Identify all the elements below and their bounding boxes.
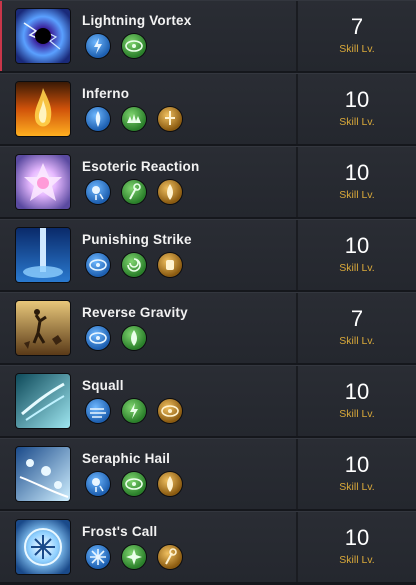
skill-level-cell: 10 Skill Lv. (298, 220, 416, 290)
burst-tripod-icon[interactable] (122, 545, 146, 569)
skill-info: Inferno (0, 74, 296, 144)
skill-list: Lightning Vortex 7 Skill Lv. Inferno 10 … (0, 0, 416, 585)
range-tripod-icon[interactable] (86, 326, 110, 350)
range-tripod-icon[interactable] (122, 472, 146, 496)
fire-tripod-icon[interactable] (122, 326, 146, 350)
skill-info: Frost's Call (0, 512, 296, 582)
squall-icon (16, 374, 70, 428)
skill-info: Punishing Strike (0, 220, 296, 290)
range-tripod-icon[interactable] (122, 34, 146, 58)
esoteric-reaction-icon (16, 155, 70, 209)
skill-name: Punishing Strike (82, 232, 192, 247)
skill-level-cell: 10 Skill Lv. (298, 366, 416, 436)
skill-row[interactable]: Squall 10 Skill Lv. (0, 365, 416, 436)
reverse-gravity-icon (16, 301, 70, 355)
skill-row[interactable]: Punishing Strike 10 Skill Lv. (0, 219, 416, 290)
skill-level-cell: 10 Skill Lv. (298, 512, 416, 582)
skill-info: Squall (0, 366, 296, 436)
sword-tripod-icon[interactable] (158, 107, 182, 131)
skill-level-label: Skill Lv. (339, 262, 375, 274)
skill-info: Seraphic Hail (0, 439, 296, 509)
skill-level-value: 10 (344, 87, 370, 112)
swirl-tripod-icon[interactable] (122, 253, 146, 277)
skill-row[interactable]: Frost's Call 10 Skill Lv. (0, 511, 416, 582)
skill-level-value: 10 (344, 379, 370, 404)
skill-level-label: Skill Lv. (339, 554, 375, 566)
lightning-tripod-icon[interactable] (122, 399, 146, 423)
skill-name: Squall (82, 378, 124, 393)
inferno-icon (16, 82, 70, 136)
skill-level-label: Skill Lv. (339, 43, 375, 55)
skill-level-value: 7 (350, 306, 364, 331)
skill-row[interactable]: Lightning Vortex 7 Skill Lv. (0, 0, 416, 71)
skill-level-label: Skill Lv. (339, 335, 375, 347)
staff-tripod-icon[interactable] (122, 180, 146, 204)
skill-name: Lightning Vortex (82, 13, 192, 28)
skill-level-value: 7 (350, 14, 364, 39)
skill-level-cell: 10 Skill Lv. (298, 439, 416, 509)
wind-tripod-icon[interactable] (86, 399, 110, 423)
power-tripod-icon[interactable] (158, 253, 182, 277)
staff-tripod-icon[interactable] (158, 545, 182, 569)
skill-level-label: Skill Lv. (339, 189, 375, 201)
skill-name: Inferno (82, 86, 130, 101)
range-tripod-icon[interactable] (86, 253, 110, 277)
skill-level-cell: 10 Skill Lv. (298, 147, 416, 217)
skill-info: Reverse Gravity (0, 293, 296, 363)
skill-level-value: 10 (344, 452, 370, 477)
skill-level-label: Skill Lv. (339, 408, 375, 420)
lightning-tripod-icon[interactable] (86, 34, 110, 58)
skill-level-value: 10 (344, 525, 370, 550)
skill-row[interactable]: Reverse Gravity 7 Skill Lv. (0, 292, 416, 363)
seraphic-hail-icon (16, 447, 70, 501)
skill-row[interactable]: Seraphic Hail 10 Skill Lv. (0, 438, 416, 509)
skill-level-cell: 7 Skill Lv. (298, 1, 416, 71)
skill-info: Esoteric Reaction (0, 147, 296, 217)
ground-flame-tripod-icon[interactable] (122, 107, 146, 131)
skill-name: Esoteric Reaction (82, 159, 200, 174)
skill-row[interactable]: Inferno 10 Skill Lv. (0, 73, 416, 144)
fire-tripod-icon[interactable] (158, 472, 182, 496)
fire-pillar-tripod-icon[interactable] (86, 107, 110, 131)
range-tripod-icon[interactable] (158, 399, 182, 423)
frosts-call-icon (16, 520, 70, 574)
lightning-vortex-icon (16, 9, 70, 63)
skill-name: Reverse Gravity (82, 305, 188, 320)
skill-level-cell: 10 Skill Lv. (298, 74, 416, 144)
punishing-strike-icon (16, 228, 70, 282)
orb-tripod-icon[interactable] (86, 472, 110, 496)
skill-level-value: 10 (344, 233, 370, 258)
skill-name: Seraphic Hail (82, 451, 171, 466)
orb-tripod-icon[interactable] (86, 180, 110, 204)
skill-level-label: Skill Lv. (339, 481, 375, 493)
frost-tripod-icon[interactable] (86, 545, 110, 569)
skill-info: Lightning Vortex (0, 1, 296, 71)
skill-level-value: 10 (344, 160, 370, 185)
skill-row[interactable]: Esoteric Reaction 10 Skill Lv. (0, 146, 416, 217)
skill-level-cell: 7 Skill Lv. (298, 293, 416, 363)
skill-level-label: Skill Lv. (339, 116, 375, 128)
skill-name: Frost's Call (82, 524, 158, 539)
flame-tripod-icon[interactable] (158, 180, 182, 204)
